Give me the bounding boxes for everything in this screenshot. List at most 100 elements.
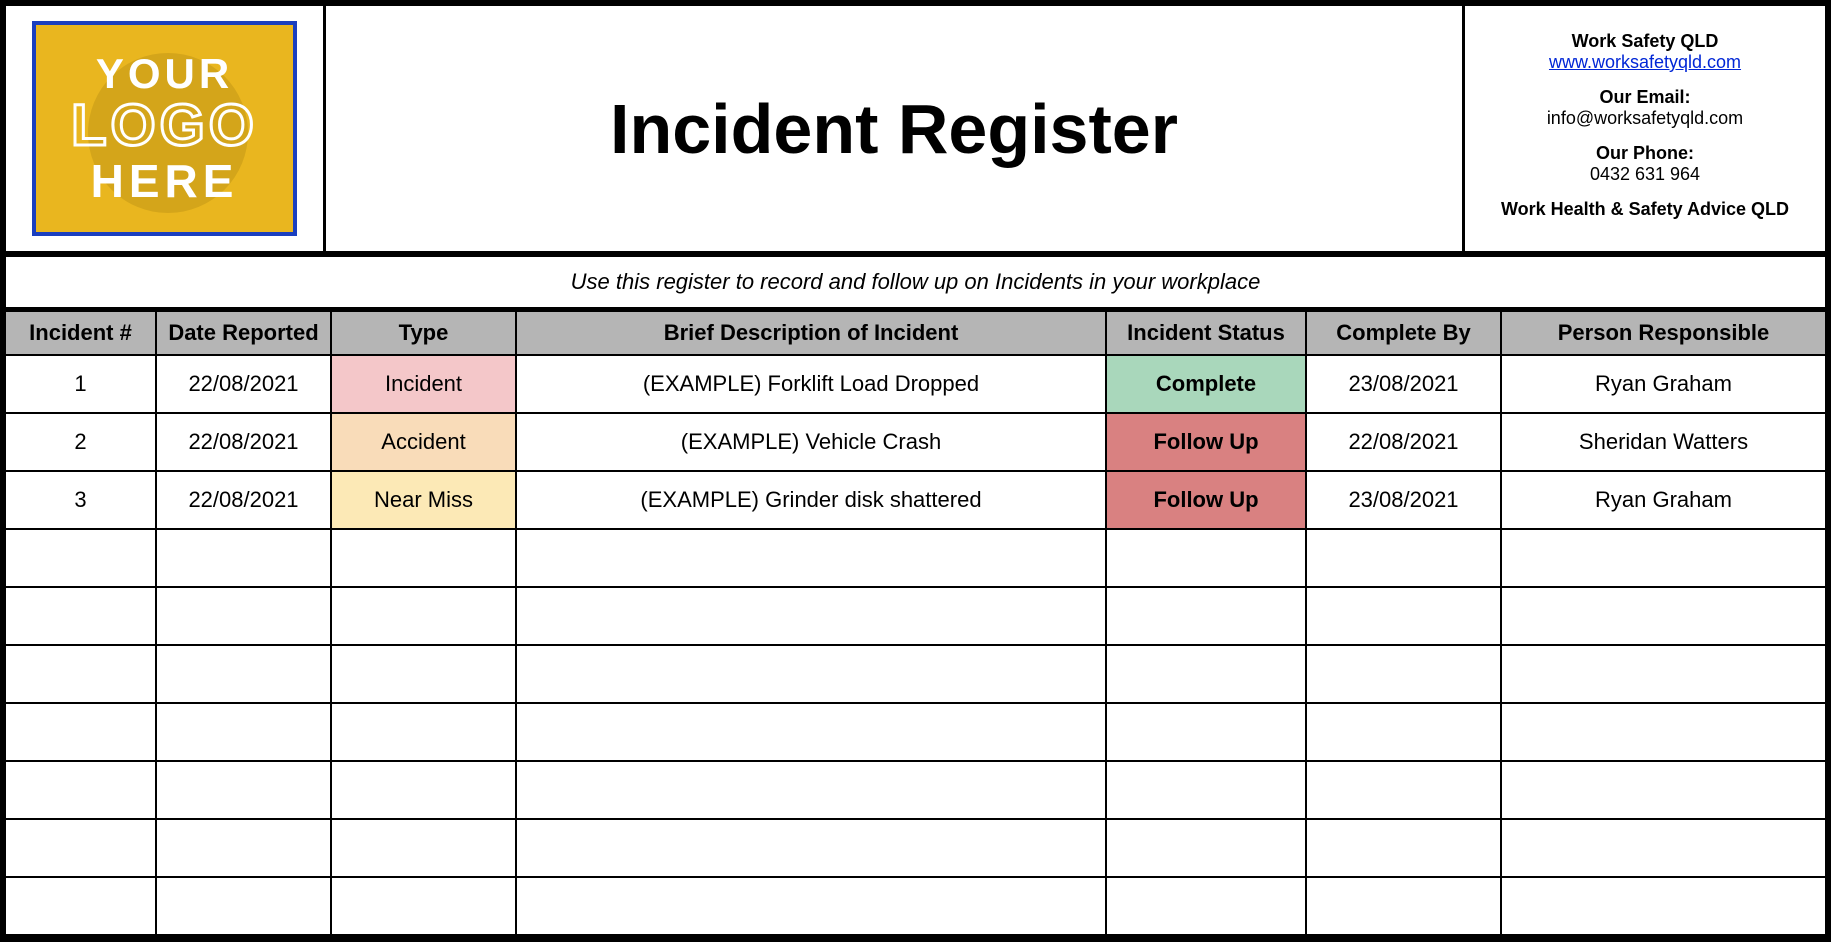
cell-desc[interactable]	[516, 587, 1106, 645]
cell-type[interactable]	[331, 703, 516, 761]
cell-complete[interactable]: 23/08/2021	[1306, 471, 1501, 529]
cell-type[interactable]	[331, 877, 516, 935]
cell-desc[interactable]	[516, 529, 1106, 587]
cell-complete[interactable]	[1306, 645, 1501, 703]
contact-website-link[interactable]: www.worksafetyqld.com	[1549, 52, 1741, 72]
cell-date[interactable]	[156, 877, 331, 935]
cell-person[interactable]	[1501, 703, 1825, 761]
table-row-empty	[6, 819, 1825, 877]
contact-phone-label: Our Phone:	[1475, 143, 1815, 164]
title-cell: Incident Register	[326, 6, 1465, 251]
cell-type[interactable]: Accident	[331, 413, 516, 471]
contact-cell: Work Safety QLD www.worksafetyqld.com Ou…	[1465, 6, 1825, 251]
table-row-empty	[6, 761, 1825, 819]
table-row: 122/08/2021Incident(EXAMPLE) Forklift Lo…	[6, 355, 1825, 413]
col-header-desc: Brief Description of Incident	[516, 311, 1106, 355]
cell-desc[interactable]: (EXAMPLE) Vehicle Crash	[516, 413, 1106, 471]
cell-date[interactable]: 22/08/2021	[156, 355, 331, 413]
cell-complete[interactable]	[1306, 877, 1501, 935]
page-frame: YOUR LOGO HERE Incident Register Work Sa…	[0, 0, 1831, 942]
logo-line1: YOUR	[71, 52, 258, 96]
cell-type[interactable]: Incident	[331, 355, 516, 413]
cell-status[interactable]	[1106, 645, 1306, 703]
cell-status[interactable]: Follow Up	[1106, 413, 1306, 471]
logo-cell: YOUR LOGO HERE	[6, 6, 326, 251]
col-header-person: Person Responsible	[1501, 311, 1825, 355]
cell-status[interactable]	[1106, 761, 1306, 819]
cell-num[interactable]: 2	[6, 413, 156, 471]
cell-num[interactable]	[6, 761, 156, 819]
logo-line2: LOGO	[71, 96, 258, 157]
col-header-status: Incident Status	[1106, 311, 1306, 355]
cell-type[interactable]	[331, 761, 516, 819]
cell-type[interactable]	[331, 587, 516, 645]
cell-num[interactable]	[6, 587, 156, 645]
cell-person[interactable]	[1501, 529, 1825, 587]
table-row: 222/08/2021Accident(EXAMPLE) Vehicle Cra…	[6, 413, 1825, 471]
cell-status[interactable]: Follow Up	[1106, 471, 1306, 529]
logo-line3: HERE	[71, 157, 258, 205]
cell-date[interactable]	[156, 819, 331, 877]
col-header-complete: Complete By	[1306, 311, 1501, 355]
cell-status[interactable]	[1106, 703, 1306, 761]
cell-person[interactable]	[1501, 645, 1825, 703]
cell-person[interactable]: Ryan Graham	[1501, 471, 1825, 529]
cell-complete[interactable]	[1306, 703, 1501, 761]
cell-person[interactable]	[1501, 761, 1825, 819]
cell-complete[interactable]	[1306, 819, 1501, 877]
cell-person[interactable]	[1501, 587, 1825, 645]
cell-complete[interactable]	[1306, 761, 1501, 819]
col-header-type: Type	[331, 311, 516, 355]
cell-desc[interactable]	[516, 877, 1106, 935]
cell-date[interactable]	[156, 529, 331, 587]
logo-placeholder: YOUR LOGO HERE	[32, 21, 297, 236]
cell-date[interactable]	[156, 761, 331, 819]
cell-type[interactable]: Near Miss	[331, 471, 516, 529]
cell-date[interactable]	[156, 587, 331, 645]
cell-date[interactable]: 22/08/2021	[156, 413, 331, 471]
cell-type[interactable]	[331, 645, 516, 703]
cell-status[interactable]	[1106, 529, 1306, 587]
contact-tagline: Work Health & Safety Advice QLD	[1475, 199, 1815, 220]
cell-status[interactable]	[1106, 877, 1306, 935]
cell-desc[interactable]	[516, 761, 1106, 819]
cell-date[interactable]	[156, 645, 331, 703]
cell-desc[interactable]	[516, 703, 1106, 761]
subtitle: Use this register to record and follow u…	[6, 257, 1825, 310]
cell-date[interactable]	[156, 703, 331, 761]
cell-complete[interactable]: 22/08/2021	[1306, 413, 1501, 471]
cell-num[interactable]	[6, 819, 156, 877]
cell-desc[interactable]	[516, 645, 1106, 703]
col-header-num: Incident #	[6, 311, 156, 355]
cell-complete[interactable]	[1306, 587, 1501, 645]
cell-status[interactable]: Complete	[1106, 355, 1306, 413]
cell-num[interactable]: 1	[6, 355, 156, 413]
table-row: 322/08/2021Near Miss(EXAMPLE) Grinder di…	[6, 471, 1825, 529]
cell-person[interactable]	[1501, 877, 1825, 935]
cell-date[interactable]: 22/08/2021	[156, 471, 331, 529]
cell-num[interactable]	[6, 529, 156, 587]
cell-desc[interactable]: (EXAMPLE) Grinder disk shattered	[516, 471, 1106, 529]
cell-person[interactable]: Sheridan Watters	[1501, 413, 1825, 471]
cell-num[interactable]	[6, 645, 156, 703]
cell-status[interactable]	[1106, 819, 1306, 877]
cell-complete[interactable]: 23/08/2021	[1306, 355, 1501, 413]
cell-type[interactable]	[331, 819, 516, 877]
cell-status[interactable]	[1106, 587, 1306, 645]
cell-person[interactable]	[1501, 819, 1825, 877]
cell-type[interactable]	[331, 529, 516, 587]
table-row-empty	[6, 703, 1825, 761]
cell-desc[interactable]: (EXAMPLE) Forklift Load Dropped	[516, 355, 1106, 413]
table-row-empty	[6, 587, 1825, 645]
table-row-empty	[6, 877, 1825, 935]
cell-person[interactable]: Ryan Graham	[1501, 355, 1825, 413]
cell-complete[interactable]	[1306, 529, 1501, 587]
contact-phone: 0432 631 964	[1475, 164, 1815, 185]
contact-email: info@worksafetyqld.com	[1475, 108, 1815, 129]
cell-num[interactable]	[6, 877, 156, 935]
table-row-empty	[6, 645, 1825, 703]
cell-desc[interactable]	[516, 819, 1106, 877]
cell-num[interactable]	[6, 703, 156, 761]
header-row: YOUR LOGO HERE Incident Register Work Sa…	[6, 6, 1825, 257]
cell-num[interactable]: 3	[6, 471, 156, 529]
